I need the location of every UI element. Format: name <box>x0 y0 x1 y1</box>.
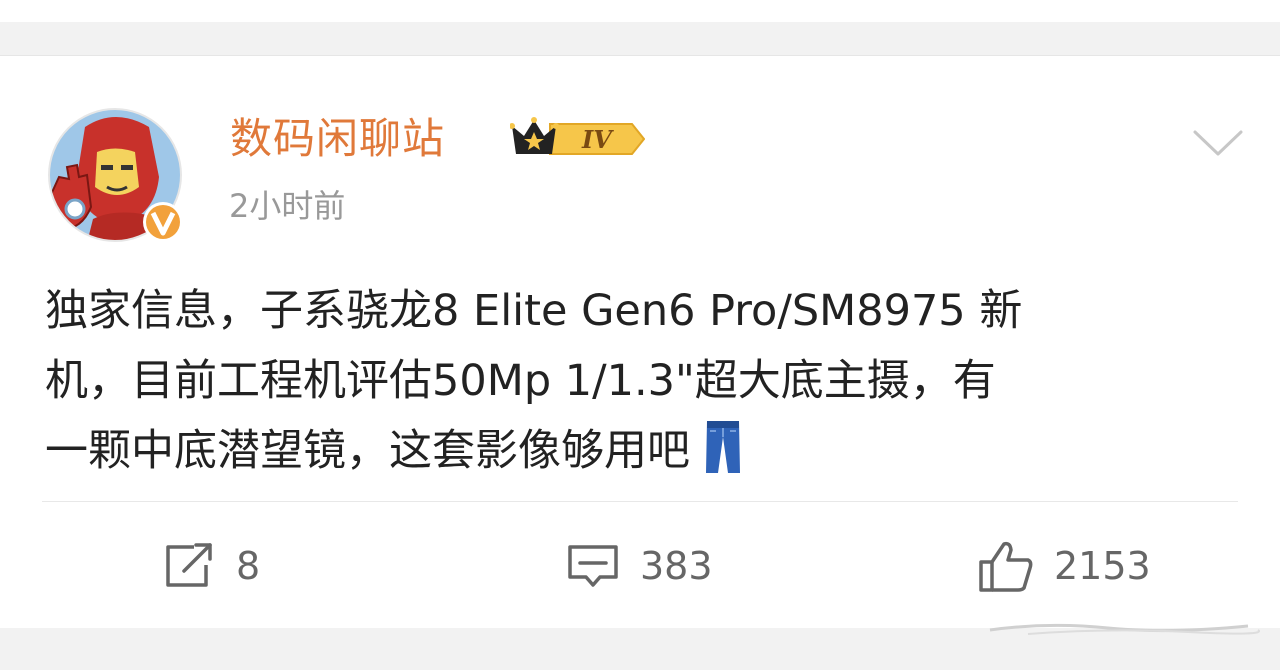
member-level-badge[interactable]: IV <box>509 114 646 164</box>
content-line: 一颗中底潜望镜，这套影像够用吧 <box>45 416 1245 486</box>
post-time: 2小时前 <box>229 187 346 225</box>
like-button[interactable]: 2153 <box>978 531 1151 601</box>
divider <box>42 501 1238 502</box>
thumbs-up-icon <box>979 541 1033 592</box>
content-line: 机，目前工程机评估50Mp 1/1.3"超大底主摄，有 <box>45 356 996 406</box>
content-line-text: 一颗中底潜望镜，这套影像够用吧 <box>45 426 690 476</box>
repost-count: 8 <box>236 544 261 588</box>
jeans-emoji <box>706 421 740 473</box>
like-count: 2153 <box>1054 544 1151 588</box>
comment-button[interactable]: 383 <box>566 531 713 601</box>
avatar-image <box>48 108 183 242</box>
level-text: IV <box>581 125 614 154</box>
chevron-down-icon <box>1193 130 1243 156</box>
top-strip <box>0 0 1280 22</box>
comment-icon <box>568 545 618 587</box>
verified-icon <box>143 202 183 242</box>
repost-button[interactable]: 8 <box>164 531 260 601</box>
author-name[interactable]: 数码闲聊站 <box>230 113 445 165</box>
action-bar: 8 383 2153 <box>0 531 1280 601</box>
watermark-squiggle <box>989 623 1260 635</box>
post-content: 独家信息，子系骁龙8 Elite Gen6 Pro/SM8975 新 机，目前工… <box>45 276 1245 486</box>
post-card: 数码闲聊站 IV 2小时前 独家信息，子系骁龙8 Elite Gen6 Pro/… <box>0 55 1280 629</box>
comment-count: 383 <box>640 544 713 588</box>
crown-icon <box>509 117 559 154</box>
avatar[interactable] <box>47 107 183 243</box>
content-line: 独家信息，子系骁龙8 Elite Gen6 Pro/SM8975 新 <box>45 286 1023 336</box>
share-icon <box>166 543 212 587</box>
more-options-button[interactable] <box>1192 128 1244 158</box>
